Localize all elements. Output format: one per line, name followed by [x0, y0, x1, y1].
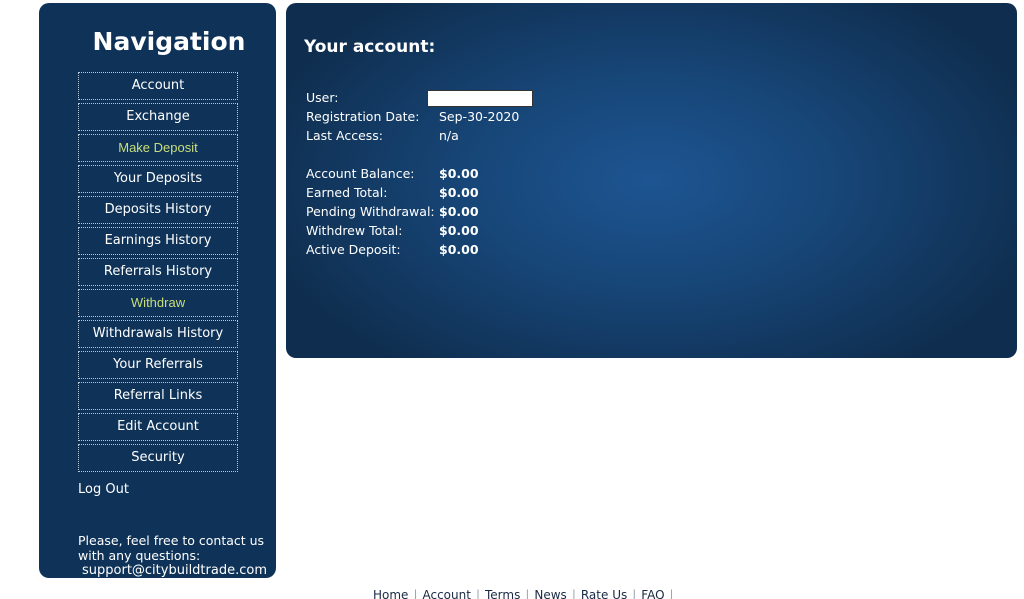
contact-text-line-1: Please, feel free to contact us	[78, 533, 265, 548]
registration-row: Registration Date: Sep-30-2020	[306, 107, 533, 126]
account-panel: Your account: User: Registration Date: Se…	[286, 3, 1017, 358]
nav-list: Account Exchange Make Deposit Your Depos…	[78, 72, 238, 475]
registration-value: Sep-30-2020	[439, 109, 520, 124]
balance-info-group: Account Balance: $0.00 Earned Total: $0.00…	[306, 164, 479, 259]
nav-item-referrals-history[interactable]: Referrals History	[78, 258, 238, 286]
nav-item-account[interactable]: Account	[78, 72, 238, 100]
nav-item-security[interactable]: Security	[78, 444, 238, 472]
balance-label: Account Balance:	[306, 166, 415, 181]
registration-label: Registration Date:	[306, 109, 420, 124]
pending-label: Pending Withdrawal:	[306, 204, 435, 219]
footer-separator: |	[669, 588, 674, 599]
footer-link-terms[interactable]: Terms	[485, 588, 520, 599]
last-access-label: Last Access:	[306, 128, 384, 143]
last-access-value: n/a	[439, 128, 459, 143]
withdrew-label: Withdrew Total:	[306, 223, 403, 238]
pending-row: Pending Withdrawal: $0.00	[306, 202, 479, 221]
footer-link-rate-us[interactable]: Rate Us	[581, 588, 627, 599]
footer-link-faq[interactable]: FAQ	[641, 588, 664, 599]
balance-row: Account Balance: $0.00	[306, 164, 479, 183]
active-deposit-row: Active Deposit: $0.00	[306, 240, 479, 259]
navigation-title: Navigation	[92, 27, 246, 56]
support-email-link[interactable]: support@citybuildtrade.com	[82, 563, 274, 578]
nav-item-withdraw[interactable]: Withdraw	[78, 289, 238, 317]
nav-item-make-deposit[interactable]: Make Deposit	[78, 134, 238, 162]
footer-separator: |	[525, 588, 530, 599]
user-label: User:	[306, 90, 339, 105]
nav-item-deposits-history[interactable]: Deposits History	[78, 196, 238, 224]
nav-item-your-referrals[interactable]: Your Referrals	[78, 351, 238, 379]
footer-link-account[interactable]: Account	[422, 588, 470, 599]
account-title: Your account:	[304, 37, 436, 57]
sidebar: Navigation Account Exchange Make Deposit…	[39, 3, 276, 578]
footer-separator: |	[632, 588, 637, 599]
footer-links: Home | Account | Terms | News | Rate Us | FAQ |	[373, 588, 679, 599]
earned-label: Earned Total:	[306, 185, 388, 200]
footer-link-news[interactable]: News	[534, 588, 566, 599]
nav-item-edit-account[interactable]: Edit Account	[78, 413, 238, 441]
nav-item-exchange[interactable]: Exchange	[78, 103, 238, 131]
footer-link-home[interactable]: Home	[373, 588, 408, 599]
earned-value: $0.00	[439, 185, 479, 200]
footer-separator: |	[571, 588, 576, 599]
withdrew-row: Withdrew Total: $0.00	[306, 221, 479, 240]
nav-item-withdrawals-history[interactable]: Withdrawals History	[78, 320, 238, 348]
user-row: User:	[306, 88, 533, 107]
nav-item-earnings-history[interactable]: Earnings History	[78, 227, 238, 255]
withdrew-value: $0.00	[439, 223, 479, 238]
active-deposit-value: $0.00	[439, 242, 479, 257]
nav-item-your-deposits[interactable]: Your Deposits	[78, 165, 238, 193]
page: Navigation Account Exchange Make Deposit…	[0, 0, 1024, 599]
balance-value: $0.00	[439, 166, 479, 181]
logout-link[interactable]: Log Out	[78, 482, 129, 497]
nav-item-referral-links[interactable]: Referral Links	[78, 382, 238, 410]
footer-separator: |	[413, 588, 418, 599]
user-value-box	[427, 90, 533, 107]
account-info-group: User: Registration Date: Sep-30-2020 Last…	[306, 88, 533, 145]
pending-value: $0.00	[439, 204, 479, 219]
contact-text-line-2: with any questions:	[78, 548, 201, 563]
last-access-row: Last Access: n/a	[306, 126, 533, 145]
earned-row: Earned Total: $0.00	[306, 183, 479, 202]
contact-block: Please, feel free to contact us with any…	[78, 533, 274, 578]
active-deposit-label: Active Deposit:	[306, 242, 401, 257]
footer-separator: |	[475, 588, 480, 599]
